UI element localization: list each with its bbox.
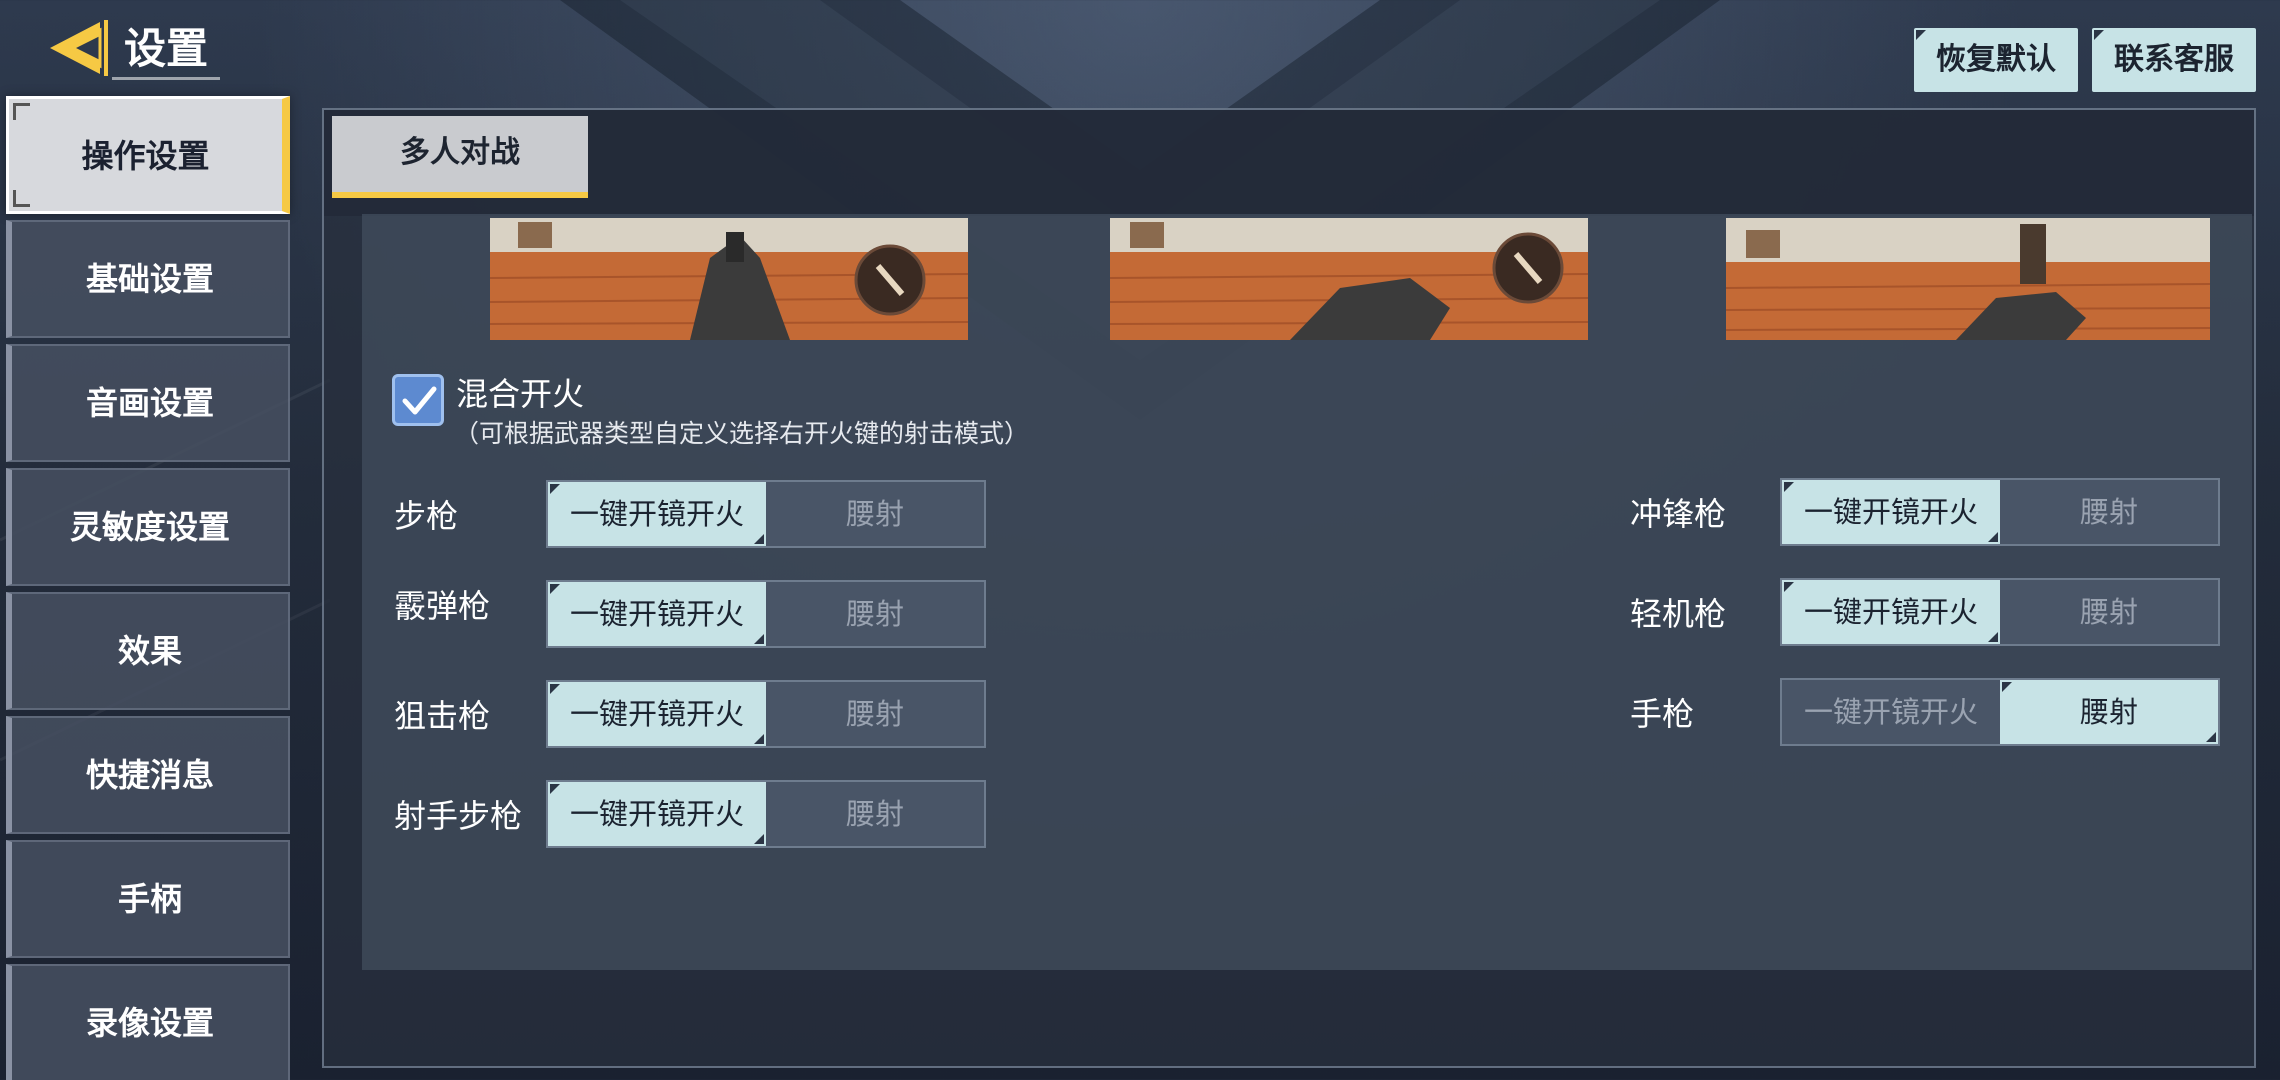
mixed-fire-description: （可根据武器类型自定义选择右开火键的射击模式）: [454, 419, 1030, 448]
sidebar-item-controls[interactable]: 操作设置: [6, 96, 290, 214]
mixed-fire-checkbox[interactable]: [392, 374, 444, 426]
sidebar-item-effects[interactable]: 效果: [6, 592, 290, 710]
preview-image-ads: [490, 218, 968, 340]
preview-image-hip: [1110, 218, 1588, 340]
contact-support-button[interactable]: 联系客服: [2092, 28, 2256, 92]
smg-fire-mode-toggle: 一键开镜开火 腰射: [1780, 478, 2220, 546]
weapon-label-rifle: 步枪: [394, 497, 459, 535]
marksman-ads-fire-option[interactable]: 一键开镜开火: [548, 782, 766, 846]
tab-multiplayer[interactable]: 多人对战: [332, 116, 588, 198]
shotgun-ads-fire-option[interactable]: 一键开镜开火: [548, 582, 766, 646]
tab-bar: 多人对战: [324, 110, 2254, 216]
weapon-label-pistol: 手枪: [1630, 695, 1695, 733]
back-button[interactable]: [40, 16, 112, 80]
preview-scene-2: [1110, 218, 1588, 340]
back-arrow-icon: [50, 20, 108, 76]
sidebar-item-recording[interactable]: 录像设置: [6, 964, 290, 1080]
page-title: 设置: [112, 18, 221, 80]
sniper-ads-fire-option[interactable]: 一键开镜开火: [548, 682, 766, 746]
sniper-hip-fire-option[interactable]: 腰射: [766, 682, 984, 746]
lmg-ads-fire-option[interactable]: 一键开镜开火: [1782, 580, 2000, 644]
mixed-fire-label: 混合开火: [456, 375, 585, 413]
pistol-hip-fire-option[interactable]: 腰射: [2000, 680, 2218, 744]
weapon-label-marksman: 射手步枪: [394, 797, 523, 835]
weapon-label-sniper: 狙击枪: [394, 697, 491, 735]
marksman-hip-fire-option[interactable]: 腰射: [766, 782, 984, 846]
marksman-fire-mode-toggle: 一键开镜开火 腰射: [546, 780, 986, 848]
rifle-ads-fire-option[interactable]: 一键开镜开火: [548, 482, 766, 546]
shotgun-fire-mode-toggle: 一键开镜开火 腰射: [546, 580, 986, 648]
lmg-fire-mode-toggle: 一键开镜开火 腰射: [1780, 578, 2220, 646]
lmg-hip-fire-option[interactable]: 腰射: [2000, 580, 2218, 644]
rifle-fire-mode-toggle: 一键开镜开火 腰射: [546, 480, 986, 548]
sidebar-item-controller[interactable]: 手柄: [6, 840, 290, 958]
rifle-hip-fire-option[interactable]: 腰射: [766, 482, 984, 546]
sidebar-item-basic[interactable]: 基础设置: [6, 220, 290, 338]
pistol-fire-mode-toggle: 一键开镜开火 腰射: [1780, 678, 2220, 746]
preview-scene-1: [490, 218, 968, 340]
pistol-ads-fire-option[interactable]: 一键开镜开火: [1782, 680, 2000, 744]
sidebar-item-quick-messages[interactable]: 快捷消息: [6, 716, 290, 834]
checkmark-icon: [402, 386, 437, 415]
shotgun-hip-fire-option[interactable]: 腰射: [766, 582, 984, 646]
sniper-fire-mode-toggle: 一键开镜开火 腰射: [546, 680, 986, 748]
weapon-label-smg: 冲锋枪: [1630, 495, 1727, 533]
preview-scene-3: [1726, 218, 2210, 340]
smg-hip-fire-option[interactable]: 腰射: [2000, 480, 2218, 544]
smg-ads-fire-option[interactable]: 一键开镜开火: [1782, 480, 2000, 544]
weapon-label-lmg: 轻机枪: [1630, 595, 1727, 633]
preview-image-auto: [1726, 218, 2210, 340]
restore-default-button[interactable]: 恢复默认: [1914, 28, 2078, 92]
weapon-label-shotgun: 霰弹枪: [394, 587, 491, 625]
sidebar-item-sensitivity[interactable]: 灵敏度设置: [6, 468, 290, 586]
main-panel: 多人对战 混合开火 （可根据武器类型自定义选择右开火键的射击模式） 步枪 一键开…: [322, 108, 2256, 1068]
sidebar-item-audio-video[interactable]: 音画设置: [6, 344, 290, 462]
